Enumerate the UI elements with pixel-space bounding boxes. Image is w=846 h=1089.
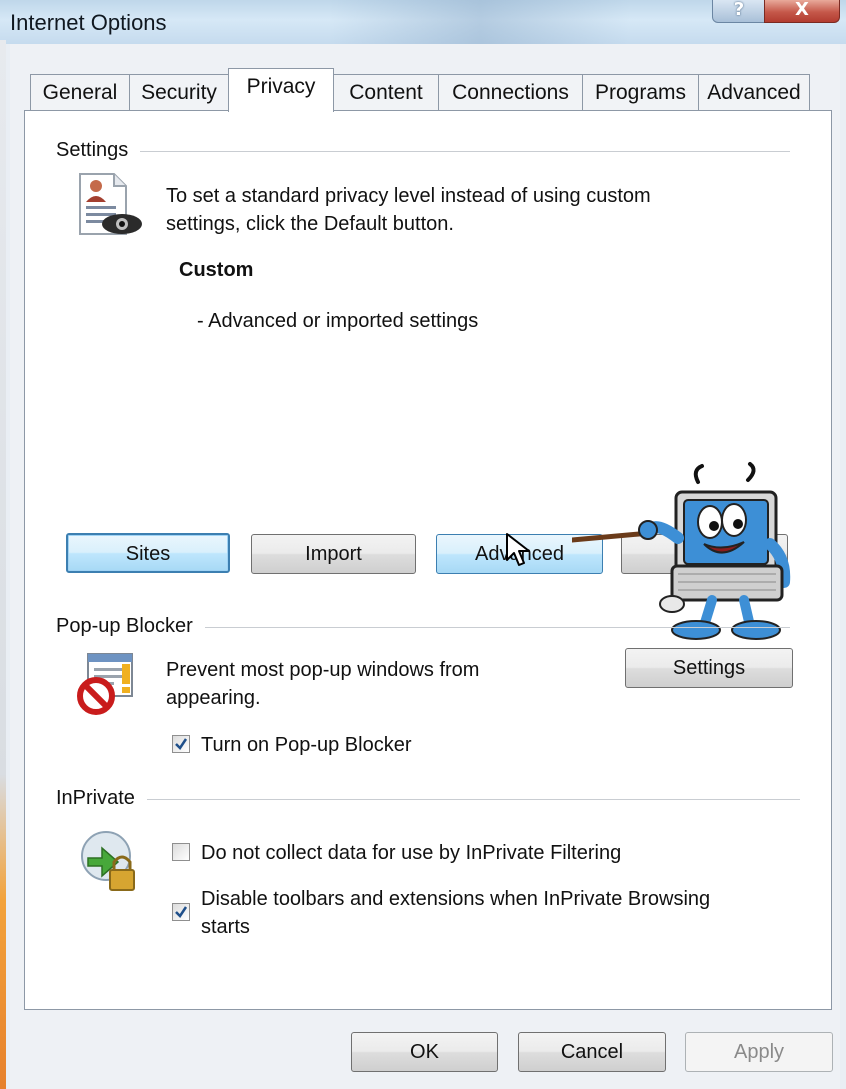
window-title: Internet Options (10, 10, 167, 35)
tab-content[interactable]: Content (333, 74, 439, 110)
inprivate-filtering-label[interactable]: Do not collect data for use by InPrivate… (201, 839, 621, 867)
popup-blocker-icon (77, 653, 133, 715)
settings-group-label: Settings (56, 139, 141, 162)
ok-button[interactable]: OK (351, 1032, 498, 1072)
settings-group-divider (60, 151, 790, 152)
apply-button[interactable]: Apply (685, 1032, 833, 1072)
disable-toolbars-label-line2[interactable]: starts (201, 913, 250, 941)
tab-security[interactable]: Security (129, 74, 229, 110)
cancel-button[interactable]: Cancel (518, 1032, 666, 1072)
mouse-pointer-icon (506, 533, 530, 566)
privacy-level-detail: - Advanced or imported settings (197, 310, 479, 332)
close-button[interactable]: X (764, 0, 840, 23)
checkmark-icon (175, 738, 188, 750)
disable-toolbars-checkbox[interactable] (172, 903, 190, 921)
tab-privacy[interactable]: Privacy (228, 68, 334, 112)
title-bar: Internet Options ? X (0, 0, 846, 44)
tab-connections[interactable]: Connections (438, 74, 583, 110)
settings-description-line2: settings, click the Default button. (166, 213, 454, 235)
computer-mascot-image (572, 462, 791, 640)
privacy-level-title: Custom (179, 259, 254, 281)
background-window-edge (0, 40, 6, 1089)
import-button[interactable]: Import (251, 534, 416, 574)
sites-button[interactable]: Sites (66, 533, 230, 573)
title-bar-glare (330, 0, 630, 44)
tab-strip: General Security Privacy Content Connect… (20, 68, 820, 112)
tab-general[interactable]: General (30, 74, 130, 110)
inprivate-group-label: InPrivate (56, 787, 147, 810)
popup-settings-button[interactable]: Settings (625, 648, 793, 688)
tab-advanced[interactable]: Advanced (698, 74, 810, 110)
inprivate-lock-icon (81, 831, 135, 891)
popup-description-line2: appearing. (166, 687, 261, 709)
checkmark-icon (175, 906, 188, 918)
privacy-document-icon (79, 173, 142, 235)
help-button[interactable]: ? (712, 0, 766, 23)
settings-description-line1: To set a standard privacy level instead … (166, 185, 651, 207)
popup-blocker-checkbox[interactable] (172, 735, 190, 753)
disable-toolbars-label-line1[interactable]: Disable toolbars and extensions when InP… (201, 885, 710, 913)
inprivate-filtering-checkbox[interactable] (172, 843, 190, 861)
popup-description-line1: Prevent most pop-up windows from (166, 659, 480, 681)
inprivate-group-divider (60, 799, 800, 800)
popup-group-label: Pop-up Blocker (56, 615, 205, 638)
popup-blocker-checkbox-label[interactable]: Turn on Pop-up Blocker (201, 731, 411, 759)
tab-programs[interactable]: Programs (582, 74, 699, 110)
